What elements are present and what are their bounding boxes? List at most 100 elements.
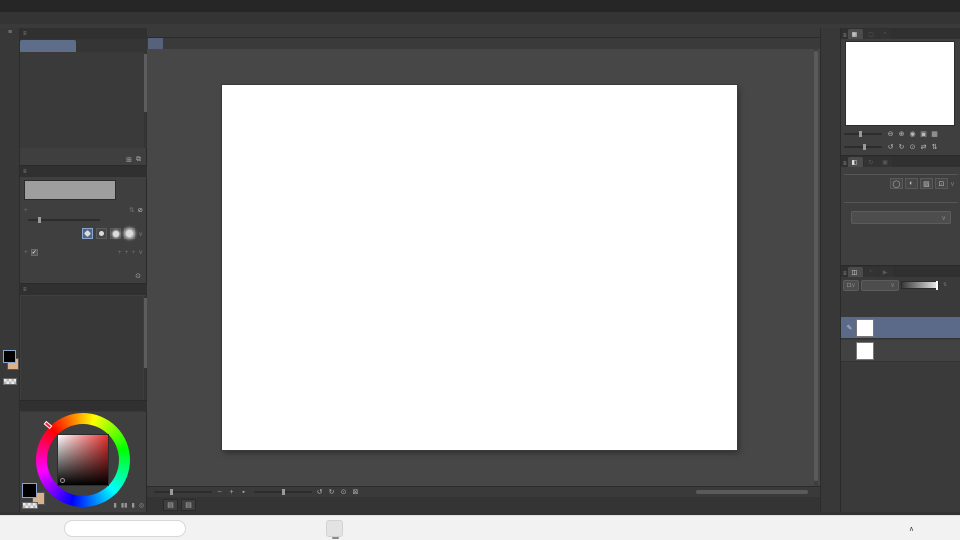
reset-rotation-icon[interactable]: ⊙ [908, 143, 917, 151]
palette-menu-icon[interactable]: ≡ [23, 169, 27, 175]
tab-layer-property[interactable]: ◧ [847, 157, 864, 167]
erase-touched-icon[interactable]: + [118, 249, 122, 256]
main-color-swatch[interactable] [3, 350, 16, 363]
paper-thumbnail[interactable] [856, 341, 874, 360]
navigator-rotation-slider[interactable] [844, 144, 882, 150]
transparent-color-swatch[interactable] [22, 502, 38, 509]
canvas[interactable] [222, 85, 737, 450]
navigator-zoom-slider[interactable] [844, 131, 882, 137]
reset-rotation-icon[interactable]: ⊙ [339, 488, 348, 496]
border-effect-icon[interactable]: ◯ [889, 178, 903, 189]
palette-menu-icon[interactable]: ≡ [843, 161, 847, 167]
fit-to-window-icon[interactable]: ▣ [919, 130, 928, 138]
tab-history[interactable]: ◔ [864, 267, 878, 277]
medium-swatch-icon[interactable]: ▮▮ [121, 502, 128, 509]
antialias-strong-button[interactable] [124, 228, 136, 239]
layer-row-1[interactable]: ✎ [841, 317, 960, 339]
erase-whole-line-icon[interactable]: + [131, 249, 135, 256]
navigator-preview[interactable] [845, 41, 955, 126]
erase-to-intersection-icon[interactable]: + [125, 249, 129, 256]
actual-size-icon[interactable]: ◉ [908, 130, 917, 138]
tab-navigator[interactable]: ▦ [847, 29, 864, 39]
maximize-button[interactable] [924, 0, 941, 12]
file-explorer-icon[interactable] [222, 520, 239, 537]
vertical-scrollbar[interactable] [814, 49, 818, 486]
transparent-color-swatch[interactable] [3, 378, 17, 385]
clip-studio-paint-taskbar-icon[interactable] [326, 520, 343, 539]
rotate-right-icon[interactable]: ↻ [327, 488, 336, 496]
stepper-icon[interactable]: ⇅ [943, 282, 947, 288]
tab-auto-action[interactable]: ▶ [878, 267, 894, 277]
blend-mode-dropdown[interactable]: ∨ [861, 279, 899, 291]
canvas-zoom-slider[interactable] [154, 489, 212, 495]
rotate-left-icon[interactable]: ↺ [315, 488, 324, 496]
palette-menu-icon[interactable]: ≡ [23, 31, 27, 37]
next-page-button[interactable]: ▤ [181, 498, 196, 511]
brush-size-slider[interactable] [28, 217, 100, 223]
saturation-value-square[interactable] [57, 434, 109, 486]
hidden-icons-chevron[interactable]: ∧ [909, 525, 914, 533]
new-subtool-icon[interactable]: ⊞ [126, 156, 132, 164]
close-button[interactable] [941, 0, 958, 12]
color-settings-icon[interactable]: ◎ [139, 502, 144, 509]
expand-icon[interactable]: + [24, 249, 28, 256]
flip-view-icon[interactable]: ⊠ [351, 488, 360, 496]
extract-line-icon[interactable]: ⊡ [934, 178, 948, 189]
palette-menu-icon[interactable]: ≡ [23, 287, 27, 293]
fit-to-screen-icon[interactable]: ▦ [930, 130, 939, 138]
small-swatch-icon[interactable]: ▮ [114, 502, 117, 509]
chevron-down-icon[interactable]: ∨ [138, 248, 143, 256]
support-assist-icon[interactable] [300, 520, 317, 537]
source-setting-icon[interactable]: ⊘ [138, 206, 143, 214]
subtool-tab-eraser[interactable] [20, 40, 76, 52]
minimize-button[interactable] [907, 0, 924, 12]
tab-extra-icon[interactable]: ▣ [878, 157, 892, 167]
flip-vertical-icon[interactable]: ⇅ [930, 143, 939, 151]
tab-layer[interactable]: ◫ [847, 267, 864, 277]
vector-erase-checkbox[interactable]: ✓ [30, 248, 38, 256]
previous-page-button[interactable]: ▤ [163, 498, 178, 511]
tab-subview-icon[interactable]: ▢ [864, 29, 878, 39]
large-swatch-icon[interactable]: ▮ [131, 502, 134, 509]
tool-box: ≡ [0, 28, 20, 512]
document-tab[interactable] [148, 38, 163, 49]
dell-icon[interactable] [274, 520, 291, 537]
antialias-medium-button[interactable] [110, 228, 122, 239]
restore-defaults-icon[interactable]: ⊙ [135, 272, 141, 280]
antialias-none-button[interactable] [82, 228, 94, 239]
chevron-down-icon[interactable]: ∨ [138, 230, 143, 238]
antialias-weak-button[interactable] [96, 228, 108, 239]
stepper-icon[interactable]: ⇅ [129, 206, 134, 214]
expand-icon[interactable]: + [24, 207, 28, 214]
main-color-swatch[interactable] [22, 483, 37, 498]
horizontal-scrollbar[interactable] [696, 490, 808, 494]
palette-menu-icon[interactable]: ≡ [843, 33, 847, 39]
brush-stroke-preview[interactable] [24, 180, 116, 200]
layer-thumbnail[interactable] [856, 318, 874, 337]
zoom-in-icon[interactable]: ⊕ [897, 130, 906, 138]
tone-effect-icon[interactable]: ◐ [904, 178, 918, 189]
layer-row-2[interactable] [841, 340, 960, 362]
rotate-right-icon[interactable]: ↻ [897, 143, 906, 151]
chevron-down-icon[interactable]: ∨ [950, 180, 955, 188]
zoom-out-icon[interactable]: − [215, 489, 224, 496]
edge-icon[interactable] [196, 520, 213, 537]
microsoft-store-icon[interactable] [248, 520, 265, 537]
taskbar-search-box[interactable] [64, 520, 186, 537]
zoom-out-icon[interactable]: ⊖ [886, 130, 895, 138]
zoom-fit-icon[interactable]: ▪ [239, 489, 248, 496]
flip-horizontal-icon[interactable]: ⇄ [919, 143, 928, 151]
palette-menu-icon[interactable]: ≡ [843, 271, 847, 277]
duplicate-subtool-icon[interactable]: ⧉ [136, 156, 141, 164]
tab-animation-icon[interactable]: ↻ [864, 157, 878, 167]
tab-information-icon[interactable]: ◔ [878, 29, 891, 39]
rotate-left-icon[interactable]: ↺ [886, 143, 895, 151]
zoom-in-icon[interactable]: + [227, 489, 236, 496]
canvas-rotation-slider[interactable] [254, 489, 312, 495]
layer-filter-dropdown[interactable]: □ ∨ [843, 279, 859, 291]
opacity-slider[interactable] [901, 281, 939, 290]
layer-color-effect-icon[interactable]: ▨ [919, 178, 933, 189]
expression-color-dropdown[interactable]: ∨ [851, 211, 951, 224]
sv-marker[interactable] [60, 478, 65, 483]
toolbox-menu-icon[interactable]: ≡ [0, 29, 20, 36]
